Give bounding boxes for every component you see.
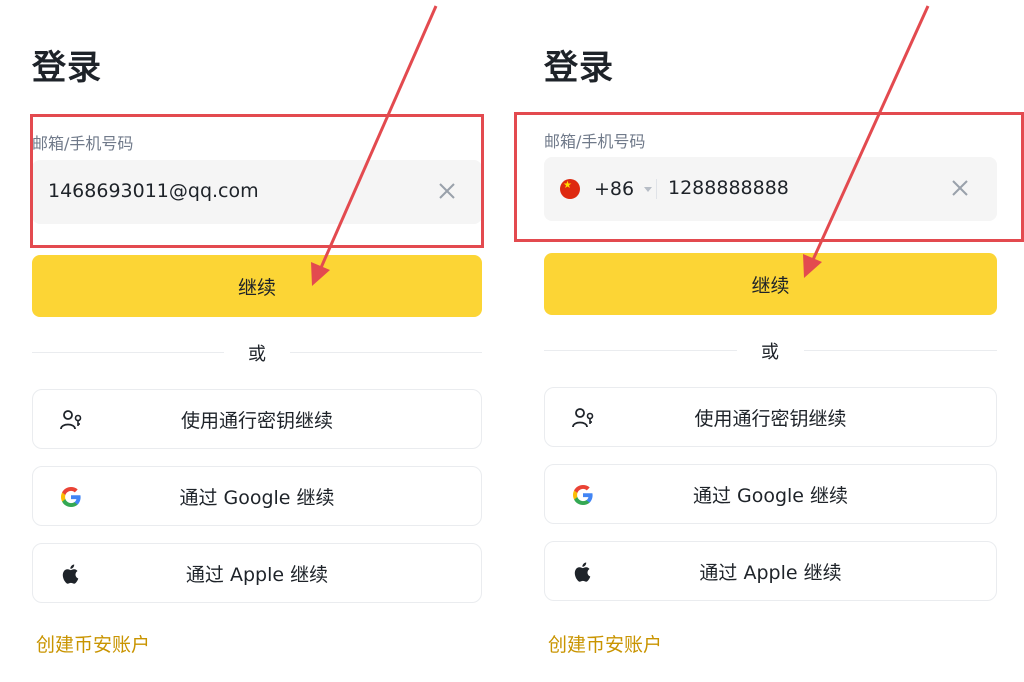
google-button-label: 通过 Google 继续 <box>179 487 335 509</box>
page-title: 登录 <box>544 48 614 88</box>
country-code-selector[interactable]: ★ +86 <box>560 175 653 203</box>
continue-button[interactable]: 继续 <box>544 253 997 315</box>
create-account-link[interactable]: 创建币安账户 <box>548 630 662 657</box>
google-login-button[interactable]: 通过 Google 继续 <box>544 464 997 524</box>
google-login-button[interactable]: 通过 Google 继续 <box>32 466 482 526</box>
create-account-link[interactable]: 创建币安账户 <box>36 630 150 657</box>
page-title: 登录 <box>32 48 102 88</box>
divider-line-left <box>32 352 224 353</box>
passkey-button-label: 使用通行密钥继续 <box>694 408 847 430</box>
phone-input-field[interactable]: ★ +86 1288888888 <box>544 157 997 221</box>
chevron-down-icon <box>644 186 653 192</box>
phone-input-value: 1288888888 <box>668 177 789 199</box>
login-panel-phone: 登录 邮箱/手机号码 ★ +86 1288888888 继续 或 使用通行密钥继… <box>512 0 1024 682</box>
divider-line-right <box>804 350 997 351</box>
apple-login-button[interactable]: 通过 Apple 继续 <box>544 541 997 601</box>
login-panel-email: 登录 邮箱/手机号码 1468693011@qq.com 继续 或 使用通行密钥… <box>0 0 512 682</box>
or-divider: 或 <box>544 338 997 363</box>
field-label: 邮箱/手机号码 <box>32 134 134 153</box>
apple-button-label: 通过 Apple 继续 <box>699 562 842 584</box>
apple-button-label: 通过 Apple 继续 <box>185 564 329 586</box>
passkey-button[interactable]: 使用通行密钥继续 <box>32 389 482 449</box>
screenshot-root: 登录 邮箱/手机号码 1468693011@qq.com 继续 或 使用通行密钥… <box>0 0 1024 682</box>
google-button-label: 通过 Google 继续 <box>692 485 849 507</box>
passkey-button-label: 使用通行密钥继续 <box>180 410 333 432</box>
input-separator <box>656 179 657 199</box>
passkey-button[interactable]: 使用通行密钥继续 <box>544 387 997 447</box>
divider-text: 或 <box>761 342 779 363</box>
divider-line-left <box>544 350 737 351</box>
divider-text: 或 <box>248 344 266 365</box>
close-icon[interactable] <box>436 180 458 202</box>
email-input-value: 1468693011@qq.com <box>48 180 259 202</box>
field-label: 邮箱/手机号码 <box>544 132 646 151</box>
divider-line-right <box>290 352 482 353</box>
apple-login-button[interactable]: 通过 Apple 继续 <box>32 543 482 603</box>
close-icon[interactable] <box>949 177 971 199</box>
or-divider: 或 <box>32 340 482 365</box>
continue-button[interactable]: 继续 <box>32 255 482 317</box>
china-flag-icon: ★ <box>560 179 580 199</box>
email-input-field[interactable]: 1468693011@qq.com <box>32 160 482 224</box>
country-code: +86 <box>594 178 635 200</box>
